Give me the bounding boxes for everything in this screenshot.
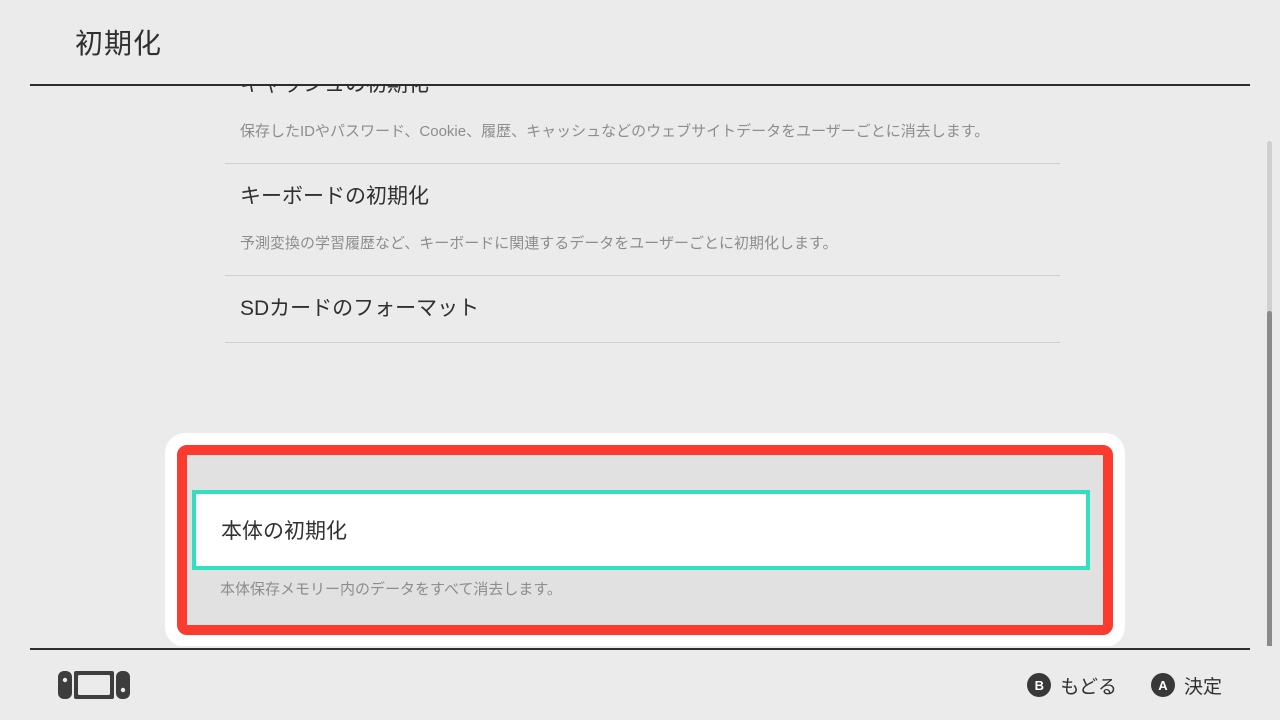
back-label: もどる [1060,672,1117,699]
b-button-icon: B [1027,673,1051,697]
footer-bar: B もどる A 決定 [30,648,1250,720]
item-cache-reset[interactable]: キャッシュの初期化 [225,86,1060,114]
back-button[interactable]: B もどる [1027,672,1117,699]
scrollbar[interactable] [1267,141,1272,646]
footer-actions: B もどる A 決定 [1027,672,1222,699]
item-keyboard-desc: 予測変換の学習履歴など、キーボードに関連するデータをユーザーごとに初期化します。 [225,226,1060,276]
page-title: 初期化 [75,22,162,62]
controller-icon [58,671,130,699]
item-factory-desc: 本体保存メモリー内のデータをすべて消去します。 [220,578,1070,599]
ok-button[interactable]: A 決定 [1151,672,1222,699]
item-keyboard-reset[interactable]: キーボードの初期化 [225,164,1060,226]
header: 初期化 [30,0,1250,86]
scrollbar-thumb[interactable] [1267,311,1272,646]
ok-label: 決定 [1184,672,1222,699]
item-cache-desc: 保存したIDやパスワード、Cookie、履歴、キャッシュなどのウェブサイトデータ… [225,114,1060,164]
item-sdcard-format[interactable]: SDカードのフォーマット [225,276,1060,343]
settings-list: キャッシュの初期化 保存したIDやパスワード、Cookie、履歴、キャッシュなど… [225,86,1060,343]
a-button-icon: A [1151,673,1175,697]
item-factory-label: 本体の初期化 [221,515,347,545]
content-area: キャッシュの初期化 保存したIDやパスワード、Cookie、履歴、キャッシュなど… [0,86,1280,646]
item-factory-reset[interactable]: 本体の初期化 [192,490,1090,570]
